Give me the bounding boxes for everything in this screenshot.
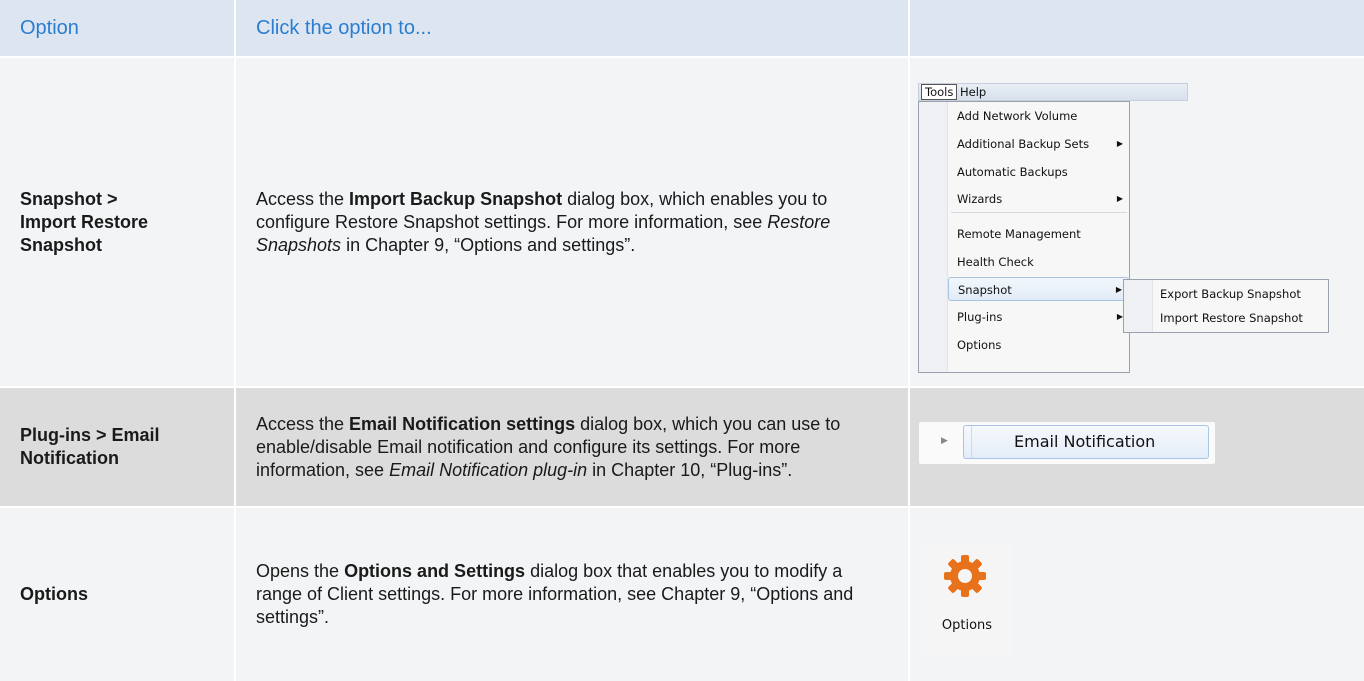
menu-item-label: Health Check [957, 255, 1034, 269]
snapshot-submenu: Export Backup Snapshot Import Restore Sn… [1123, 279, 1329, 333]
option-label: Snapshot > Import Restore Snapshot [20, 188, 148, 257]
desc-bold: Options and Settings [344, 561, 526, 581]
email-notification-screenshot: ▶ Email Notification [919, 422, 1215, 464]
option-cell: Plug-ins > Email Notification [0, 388, 236, 506]
table-row: Options Opens the Options and Settings d… [0, 506, 1364, 681]
desc-text: in Chapter 10, “Plug-ins”. [587, 459, 793, 480]
menu-item-label: Wizards [957, 192, 1003, 206]
header-description: Click the option to... [236, 0, 910, 56]
description-text: Access the Import Backup Snapshot dialog… [256, 188, 908, 257]
image-cell: Tools Help Add Network Volume Additional… [910, 58, 1364, 386]
option-cell: Snapshot > Import Restore Snapshot [0, 58, 236, 386]
options-button-screenshot[interactable]: Options [922, 542, 1012, 657]
options-label: Options [941, 618, 993, 633]
description-cell: Access the Email Notification settings d… [236, 388, 910, 506]
header-image [910, 0, 1364, 56]
menu-tools[interactable]: Tools [921, 84, 958, 100]
table-row: Snapshot > Import Restore Snapshot Acces… [0, 56, 1364, 386]
option-line: Options [20, 584, 88, 604]
menubar: Tools Help [918, 83, 1188, 101]
menu-item-label: Snapshot [958, 283, 1012, 297]
option-line: Plug-ins > Email [20, 425, 160, 445]
description-text: Access the Email Notification settings d… [256, 413, 908, 482]
tools-menu-screenshot: Tools Help Add Network Volume Additional… [918, 83, 1354, 375]
table-row: Plug-ins > Email Notification Access the… [0, 386, 1364, 506]
menu-item-additional-backup-sets[interactable]: Additional Backup Sets ▶ [948, 132, 1129, 156]
image-cell: Options [910, 508, 1364, 681]
menu-item-import-restore-snapshot[interactable]: Import Restore Snapshot [1160, 306, 1303, 330]
desc-text: Access the [256, 188, 350, 209]
menu-item-label: Automatic Backups [957, 165, 1068, 179]
submenu-arrow-icon: ▶ [1115, 285, 1122, 294]
desc-bold: Import Backup Snapshot [349, 188, 563, 209]
desc-bold: Email Notification settings [349, 413, 576, 434]
option-label: Plug-ins > Email Notification [20, 424, 160, 470]
option-line: Import Restore [20, 211, 149, 232]
option-line: Snapshot [20, 234, 103, 255]
menu-item-plug-ins[interactable]: Plug-ins ▶ [948, 305, 1129, 329]
menu-item-label: Additional Backup Sets [957, 137, 1090, 151]
menu-item-wizards[interactable]: Wizards ▶ [948, 187, 1129, 211]
submenu-arrow-icon: ▶ [1116, 194, 1123, 203]
submenu-arrow-icon: ▶ [1116, 139, 1123, 148]
gear-icon [944, 555, 986, 597]
desc-text: Access the [256, 413, 350, 434]
header-option: Option [0, 0, 236, 56]
desc-text: in Chapter 9, “Options and settings”. [341, 234, 636, 255]
options-table: Option Click the option to... Snapshot >… [0, 0, 1364, 681]
desc-italic: Email Notification plug-in [389, 459, 588, 480]
menu-divider [971, 426, 972, 458]
menu-gutter [1124, 280, 1153, 332]
menu-item-remote-management[interactable]: Remote Management [948, 222, 1129, 246]
menu-help[interactable]: Help [957, 84, 989, 100]
option-cell: Options [0, 508, 236, 681]
menu-item-snapshot[interactable]: Snapshot ▶ [948, 277, 1129, 301]
menu-item-label: Options [957, 338, 1002, 352]
menu-item-label: Email Notification [1014, 432, 1156, 451]
description-cell: Access the Import Backup Snapshot dialog… [236, 58, 910, 386]
menu-item-label: Remote Management [957, 227, 1081, 241]
option-label: Options [20, 583, 88, 606]
menu-item-options[interactable]: Options [948, 333, 1129, 357]
menu-item-email-notification[interactable]: Email Notification [963, 425, 1209, 459]
menu-separator [951, 212, 1127, 213]
menu-item-automatic-backups[interactable]: Automatic Backups [948, 160, 1129, 184]
menu-item-health-check[interactable]: Health Check [948, 250, 1129, 274]
menu-item-label: Add Network Volume [957, 109, 1078, 123]
tools-dropdown: Add Network Volume Additional Backup Set… [918, 101, 1130, 373]
description-text: Opens the Options and Settings dialog bo… [256, 560, 908, 629]
option-line: Notification [20, 448, 119, 468]
menu-gutter [919, 102, 948, 372]
desc-text: Opens the [256, 561, 345, 581]
table-header: Option Click the option to... [0, 0, 1364, 56]
menu-item-export-backup-snapshot[interactable]: Export Backup Snapshot [1160, 282, 1301, 306]
description-cell: Opens the Options and Settings dialog bo… [236, 508, 910, 681]
submenu-arrow-icon: ▶ [941, 435, 948, 445]
menu-item-add-network-volume[interactable]: Add Network Volume [948, 104, 1129, 128]
menu-item-label: Plug-ins [957, 310, 1003, 324]
image-cell: ▶ Email Notification [910, 388, 1364, 506]
option-line: Snapshot > [20, 188, 118, 209]
